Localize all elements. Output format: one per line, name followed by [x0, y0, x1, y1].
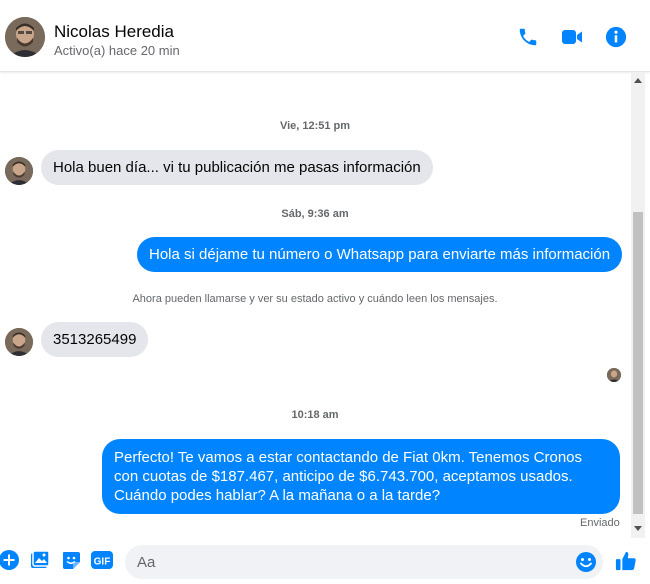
scroll-down-arrow-icon[interactable] [634, 526, 642, 531]
scroll-thumb[interactable] [633, 212, 643, 514]
incoming-message[interactable]: Hola buen día... vi tu publicación me pa… [41, 150, 433, 185]
sticker-icon[interactable] [60, 549, 82, 571]
outgoing-message[interactable]: Hola si déjame tu número o Whatsapp para… [137, 237, 623, 272]
contact-avatar-small[interactable] [5, 157, 33, 185]
incoming-message[interactable]: 3513265499 [41, 322, 149, 357]
system-notice: Ahora pueden llamarse y ver su estado ac… [132, 293, 498, 305]
contact-status: Activo(a) hace 20 min [54, 43, 180, 58]
message-list[interactable]: Vie, 12:51 pm Hola buen día... vi tu pub… [0, 72, 630, 538]
phone-icon[interactable] [516, 25, 540, 49]
scroll-up-arrow-icon[interactable] [634, 78, 642, 83]
message-input[interactable] [125, 545, 603, 579]
image-icon[interactable] [29, 549, 51, 571]
contact-avatar-small[interactable] [5, 328, 33, 356]
message-composer: GIF [0, 538, 650, 584]
timestamp: Vie, 12:51 pm [279, 120, 351, 132]
contact-name[interactable]: Nicolas Heredia [54, 22, 174, 42]
outgoing-message[interactable]: Perfecto! Te vamos a estar contactando d… [102, 439, 620, 514]
scrollbar[interactable] [631, 72, 645, 538]
info-icon[interactable] [604, 25, 628, 49]
delivery-status: Enviado [580, 517, 620, 529]
timestamp: Sáb, 9:36 am [281, 208, 349, 220]
video-icon[interactable] [560, 25, 584, 49]
seen-indicator-avatar [607, 368, 621, 382]
emoji-icon[interactable] [575, 551, 597, 573]
gif-icon[interactable]: GIF [91, 549, 113, 571]
gif-icon-label: GIF [94, 557, 111, 568]
contact-avatar[interactable] [5, 17, 45, 57]
thumbs-up-icon[interactable] [614, 549, 638, 573]
conversation-header: Nicolas Heredia Activo(a) hace 20 min [0, 0, 650, 72]
plus-icon[interactable] [0, 549, 20, 571]
timestamp: 10:18 am [291, 409, 339, 421]
